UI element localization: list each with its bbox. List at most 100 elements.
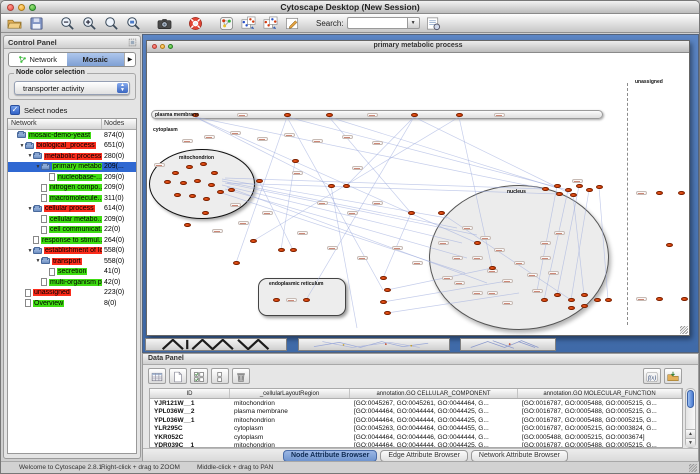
network-node[interactable] <box>194 179 201 184</box>
attribute-table-button[interactable] <box>148 368 166 384</box>
table-row[interactable]: YPL036W__1mitochondrion[GO:0044464, GO:0… <box>150 416 682 425</box>
network-node[interactable] <box>384 311 391 316</box>
network-snapshot-icon[interactable] <box>157 16 172 31</box>
network-node[interactable] <box>303 298 310 303</box>
network-edge[interactable] <box>599 187 608 300</box>
network-node[interactable] <box>189 194 196 199</box>
network-node[interactable] <box>233 261 240 266</box>
table-scrollbar[interactable]: ▲ ▼ <box>685 388 696 448</box>
network-node[interactable] <box>581 304 588 309</box>
new-attribute-button[interactable] <box>169 368 187 384</box>
tree-item-overview[interactable]: Overview8(0) <box>8 298 136 309</box>
network-node[interactable] <box>326 113 333 118</box>
network-edge[interactable] <box>225 183 477 235</box>
network-edge[interactable] <box>571 190 589 300</box>
network-node[interactable] <box>474 241 481 246</box>
zoom-in-icon[interactable] <box>82 16 97 31</box>
network-node[interactable] <box>565 188 572 193</box>
tab-network[interactable]: Network <box>9 53 67 66</box>
network-node[interactable] <box>605 298 612 303</box>
scroll-down-icon[interactable]: ▼ <box>686 438 695 447</box>
network-node[interactable] <box>656 297 663 302</box>
network-node[interactable] <box>384 288 391 293</box>
network-node[interactable] <box>202 211 209 216</box>
network-node[interactable] <box>343 184 350 189</box>
network-node[interactable] <box>186 165 193 170</box>
network-node[interactable] <box>250 239 257 244</box>
network-node[interactable] <box>273 298 280 303</box>
network-node[interactable] <box>656 191 663 196</box>
function-builder-button[interactable]: f(x) <box>643 368 661 384</box>
network-node[interactable] <box>438 211 445 216</box>
scroll-up-icon[interactable]: ▲ <box>686 429 695 438</box>
tree-item-metabolic-process[interactable]: ▼metabolic process280(0) <box>8 151 136 162</box>
network-canvas[interactable]: plasma membrane cytoplasm mitochondrion … <box>147 53 689 335</box>
network-edge[interactable] <box>195 117 477 243</box>
tree-item-establishment-of-lo[interactable]: ▼establishment of lo...558(0) <box>8 246 136 257</box>
tree-item-nitrogen-compo[interactable]: nitrogen compo...209(0) <box>8 183 136 194</box>
network-edge[interactable] <box>222 185 462 243</box>
network-edge[interactable] <box>329 117 557 188</box>
vizmapper-icon[interactable] <box>219 16 234 31</box>
app-resize-grip[interactable] <box>689 464 697 472</box>
tab-network-attribute-browser[interactable]: Network Attribute Browser <box>471 450 568 462</box>
network-node[interactable] <box>380 276 387 281</box>
tree-item-multi-organism-pro[interactable]: multi-organism pro...42(0) <box>8 277 136 288</box>
save-session-icon[interactable] <box>29 16 44 31</box>
tree-item-primary-metabo[interactable]: ▼primary metabo...209(... <box>8 162 136 173</box>
network-node[interactable] <box>411 113 418 118</box>
open-network-icon[interactable] <box>7 16 22 31</box>
tree-item-cell-communicat[interactable]: cell communicat...22(0) <box>8 225 136 236</box>
column-header-region[interactable]: _cellularLayoutRegion <box>230 389 350 398</box>
tree-item-biological-process[interactable]: ▼biological_process651(0) <box>8 141 136 152</box>
tree-item-secretion[interactable]: secretion41(0) <box>8 267 136 278</box>
network-node[interactable] <box>554 184 561 189</box>
network-edge[interactable] <box>459 117 492 268</box>
network-edge[interactable] <box>195 117 545 189</box>
zoom-out-icon[interactable] <box>60 16 75 31</box>
table-row[interactable]: YPL036W__2plasma membrane[GO:0044464, GO… <box>150 408 682 417</box>
select-nodes-checkbox[interactable]: ✓ <box>10 105 20 115</box>
network-node[interactable] <box>211 171 218 176</box>
network-node[interactable] <box>380 300 387 305</box>
tab-mosaic[interactable]: Mosaic <box>67 53 125 66</box>
network-node[interactable] <box>489 266 496 271</box>
float-panel-icon[interactable] <box>128 38 137 47</box>
import-attributes-button[interactable] <box>664 368 682 384</box>
delete-attribute-button[interactable] <box>232 368 250 384</box>
tree-item-nucleobase[interactable]: nucleobase-...209(0) <box>8 172 136 183</box>
network-node[interactable] <box>594 298 601 303</box>
search-input[interactable] <box>347 17 407 29</box>
minimized-window-thumbnail[interactable] <box>460 338 556 351</box>
network-node[interactable] <box>568 306 575 311</box>
network-edge[interactable] <box>227 187 487 283</box>
tree-item-macromolecule[interactable]: macromolecule...311(0) <box>8 193 136 204</box>
network-node[interactable] <box>180 181 187 186</box>
select-attributes-button[interactable] <box>190 368 208 384</box>
unselect-attributes-button[interactable] <box>211 368 229 384</box>
tree-column-network[interactable]: Network <box>8 119 102 129</box>
network-node[interactable] <box>200 162 207 167</box>
network-edge[interactable] <box>557 186 579 295</box>
network-edge[interactable] <box>259 181 293 250</box>
tree-item-transport[interactable]: ▼transport558(0) <box>8 256 136 267</box>
tab-node-attribute-browser[interactable]: Node Attribute Browser <box>283 450 377 462</box>
network-window-titlebar[interactable]: primary metabolic process <box>147 41 689 53</box>
network-node[interactable] <box>456 113 463 118</box>
search-dropdown-button[interactable]: ▼ <box>407 17 420 29</box>
search-config-icon[interactable] <box>426 16 441 31</box>
scrollbar-thumb[interactable] <box>687 390 694 408</box>
annotations-icon[interactable] <box>285 16 300 31</box>
zoom-fit-icon[interactable] <box>104 16 119 31</box>
zoom-selected-icon[interactable] <box>126 16 141 31</box>
network-edge[interactable] <box>346 117 414 186</box>
network-node[interactable] <box>228 188 235 193</box>
tree-item-mosaic-demo-yeast[interactable]: mosaic-demo-yeast874(0) <box>8 130 136 141</box>
network-node[interactable] <box>666 243 673 248</box>
network-edge[interactable] <box>195 117 331 186</box>
network-node[interactable] <box>208 183 215 188</box>
tree-item-cellular-metabo[interactable]: cellular metabo...209(0) <box>8 214 136 225</box>
network-edge[interactable] <box>387 293 519 313</box>
network-node[interactable] <box>576 184 583 189</box>
network-edge[interactable] <box>287 117 568 190</box>
